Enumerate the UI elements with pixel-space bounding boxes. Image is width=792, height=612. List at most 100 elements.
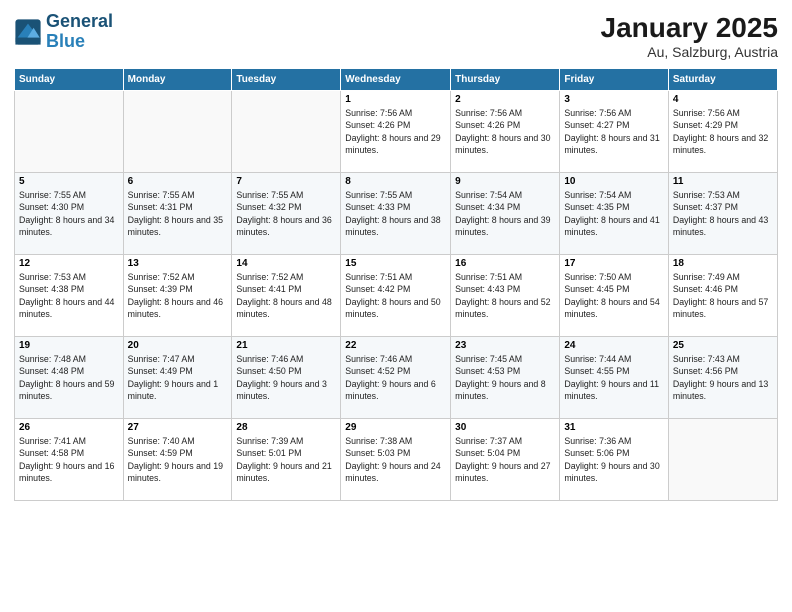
calendar-cell: 25 Sunrise: 7:43 AMSunset: 4:56 PMDaylig…: [668, 337, 777, 419]
calendar-cell: 28 Sunrise: 7:39 AMSunset: 5:01 PMDaylig…: [232, 419, 341, 501]
day-info: Sunrise: 7:41 AMSunset: 4:58 PMDaylight:…: [19, 435, 119, 484]
calendar-cell: 24 Sunrise: 7:44 AMSunset: 4:55 PMDaylig…: [560, 337, 669, 419]
calendar-cell: 9 Sunrise: 7:54 AMSunset: 4:34 PMDayligh…: [451, 173, 560, 255]
day-info: Sunrise: 7:52 AMSunset: 4:39 PMDaylight:…: [128, 271, 228, 320]
day-info: Sunrise: 7:40 AMSunset: 4:59 PMDaylight:…: [128, 435, 228, 484]
calendar-cell: 22 Sunrise: 7:46 AMSunset: 4:52 PMDaylig…: [341, 337, 451, 419]
day-number: 28: [236, 422, 336, 433]
day-info: Sunrise: 7:51 AMSunset: 4:43 PMDaylight:…: [455, 271, 555, 320]
calendar-cell: 6 Sunrise: 7:55 AMSunset: 4:31 PMDayligh…: [123, 173, 232, 255]
day-number: 22: [345, 340, 446, 351]
day-number: 11: [673, 176, 773, 187]
calendar-cell: 1 Sunrise: 7:56 AMSunset: 4:26 PMDayligh…: [341, 91, 451, 173]
logo-text: General Blue: [46, 12, 113, 52]
calendar-cell: 27 Sunrise: 7:40 AMSunset: 4:59 PMDaylig…: [123, 419, 232, 501]
calendar-cell: 14 Sunrise: 7:52 AMSunset: 4:41 PMDaylig…: [232, 255, 341, 337]
day-info: Sunrise: 7:56 AMSunset: 4:26 PMDaylight:…: [455, 107, 555, 156]
calendar-cell: 23 Sunrise: 7:45 AMSunset: 4:53 PMDaylig…: [451, 337, 560, 419]
day-number: 23: [455, 340, 555, 351]
day-number: 16: [455, 258, 555, 269]
day-info: Sunrise: 7:53 AMSunset: 4:38 PMDaylight:…: [19, 271, 119, 320]
day-info: Sunrise: 7:48 AMSunset: 4:48 PMDaylight:…: [19, 353, 119, 402]
day-info: Sunrise: 7:47 AMSunset: 4:49 PMDaylight:…: [128, 353, 228, 402]
header-monday: Monday: [123, 69, 232, 91]
logo: General Blue: [14, 12, 113, 52]
day-number: 17: [564, 258, 664, 269]
logo-line2: Blue: [46, 32, 113, 52]
day-info: Sunrise: 7:55 AMSunset: 4:32 PMDaylight:…: [236, 189, 336, 238]
header-wednesday: Wednesday: [341, 69, 451, 91]
calendar-cell: [15, 91, 124, 173]
day-number: 9: [455, 176, 555, 187]
day-info: Sunrise: 7:55 AMSunset: 4:31 PMDaylight:…: [128, 189, 228, 238]
day-number: 24: [564, 340, 664, 351]
calendar-cell: 20 Sunrise: 7:47 AMSunset: 4:49 PMDaylig…: [123, 337, 232, 419]
header-saturday: Saturday: [668, 69, 777, 91]
calendar-week-2: 5 Sunrise: 7:55 AMSunset: 4:30 PMDayligh…: [15, 173, 778, 255]
header-tuesday: Tuesday: [232, 69, 341, 91]
calendar-cell: 7 Sunrise: 7:55 AMSunset: 4:32 PMDayligh…: [232, 173, 341, 255]
title-block: January 2025 Au, Salzburg, Austria: [601, 12, 778, 60]
calendar-cell: 18 Sunrise: 7:49 AMSunset: 4:46 PMDaylig…: [668, 255, 777, 337]
day-number: 31: [564, 422, 664, 433]
day-info: Sunrise: 7:38 AMSunset: 5:03 PMDaylight:…: [345, 435, 446, 484]
day-number: 20: [128, 340, 228, 351]
day-info: Sunrise: 7:36 AMSunset: 5:06 PMDaylight:…: [564, 435, 664, 484]
day-number: 26: [19, 422, 119, 433]
day-number: 8: [345, 176, 446, 187]
day-info: Sunrise: 7:56 AMSunset: 4:26 PMDaylight:…: [345, 107, 446, 156]
day-info: Sunrise: 7:55 AMSunset: 4:30 PMDaylight:…: [19, 189, 119, 238]
header-friday: Friday: [560, 69, 669, 91]
header-thursday: Thursday: [451, 69, 560, 91]
day-number: 25: [673, 340, 773, 351]
calendar-cell: [232, 91, 341, 173]
day-info: Sunrise: 7:54 AMSunset: 4:35 PMDaylight:…: [564, 189, 664, 238]
day-info: Sunrise: 7:46 AMSunset: 4:52 PMDaylight:…: [345, 353, 446, 402]
calendar-cell: 26 Sunrise: 7:41 AMSunset: 4:58 PMDaylig…: [15, 419, 124, 501]
day-info: Sunrise: 7:56 AMSunset: 4:27 PMDaylight:…: [564, 107, 664, 156]
day-info: Sunrise: 7:50 AMSunset: 4:45 PMDaylight:…: [564, 271, 664, 320]
day-number: 2: [455, 94, 555, 105]
calendar-subtitle: Au, Salzburg, Austria: [601, 44, 778, 60]
calendar-page: General Blue January 2025 Au, Salzburg, …: [0, 0, 792, 612]
day-info: Sunrise: 7:53 AMSunset: 4:37 PMDaylight:…: [673, 189, 773, 238]
calendar-cell: 3 Sunrise: 7:56 AMSunset: 4:27 PMDayligh…: [560, 91, 669, 173]
calendar-cell: 10 Sunrise: 7:54 AMSunset: 4:35 PMDaylig…: [560, 173, 669, 255]
calendar-cell: 31 Sunrise: 7:36 AMSunset: 5:06 PMDaylig…: [560, 419, 669, 501]
calendar-cell: [668, 419, 777, 501]
calendar-cell: 8 Sunrise: 7:55 AMSunset: 4:33 PMDayligh…: [341, 173, 451, 255]
calendar-cell: 30 Sunrise: 7:37 AMSunset: 5:04 PMDaylig…: [451, 419, 560, 501]
day-info: Sunrise: 7:46 AMSunset: 4:50 PMDaylight:…: [236, 353, 336, 402]
day-info: Sunrise: 7:37 AMSunset: 5:04 PMDaylight:…: [455, 435, 555, 484]
day-number: 6: [128, 176, 228, 187]
day-number: 21: [236, 340, 336, 351]
logo-line1: General: [46, 12, 113, 32]
calendar-cell: 17 Sunrise: 7:50 AMSunset: 4:45 PMDaylig…: [560, 255, 669, 337]
day-info: Sunrise: 7:55 AMSunset: 4:33 PMDaylight:…: [345, 189, 446, 238]
calendar-cell: 2 Sunrise: 7:56 AMSunset: 4:26 PMDayligh…: [451, 91, 560, 173]
calendar-cell: [123, 91, 232, 173]
calendar-week-4: 19 Sunrise: 7:48 AMSunset: 4:48 PMDaylig…: [15, 337, 778, 419]
calendar-week-5: 26 Sunrise: 7:41 AMSunset: 4:58 PMDaylig…: [15, 419, 778, 501]
calendar-table: Sunday Monday Tuesday Wednesday Thursday…: [14, 68, 778, 501]
calendar-title: January 2025: [601, 12, 778, 44]
day-info: Sunrise: 7:43 AMSunset: 4:56 PMDaylight:…: [673, 353, 773, 402]
day-number: 18: [673, 258, 773, 269]
day-number: 14: [236, 258, 336, 269]
calendar-cell: 19 Sunrise: 7:48 AMSunset: 4:48 PMDaylig…: [15, 337, 124, 419]
day-number: 3: [564, 94, 664, 105]
calendar-cell: 13 Sunrise: 7:52 AMSunset: 4:39 PMDaylig…: [123, 255, 232, 337]
day-info: Sunrise: 7:56 AMSunset: 4:29 PMDaylight:…: [673, 107, 773, 156]
calendar-header: Sunday Monday Tuesday Wednesday Thursday…: [15, 69, 778, 91]
calendar-cell: 16 Sunrise: 7:51 AMSunset: 4:43 PMDaylig…: [451, 255, 560, 337]
day-number: 12: [19, 258, 119, 269]
header-sunday: Sunday: [15, 69, 124, 91]
day-number: 4: [673, 94, 773, 105]
day-number: 13: [128, 258, 228, 269]
header: General Blue January 2025 Au, Salzburg, …: [14, 12, 778, 60]
day-number: 15: [345, 258, 446, 269]
calendar-cell: 5 Sunrise: 7:55 AMSunset: 4:30 PMDayligh…: [15, 173, 124, 255]
day-number: 1: [345, 94, 446, 105]
day-info: Sunrise: 7:52 AMSunset: 4:41 PMDaylight:…: [236, 271, 336, 320]
day-number: 7: [236, 176, 336, 187]
